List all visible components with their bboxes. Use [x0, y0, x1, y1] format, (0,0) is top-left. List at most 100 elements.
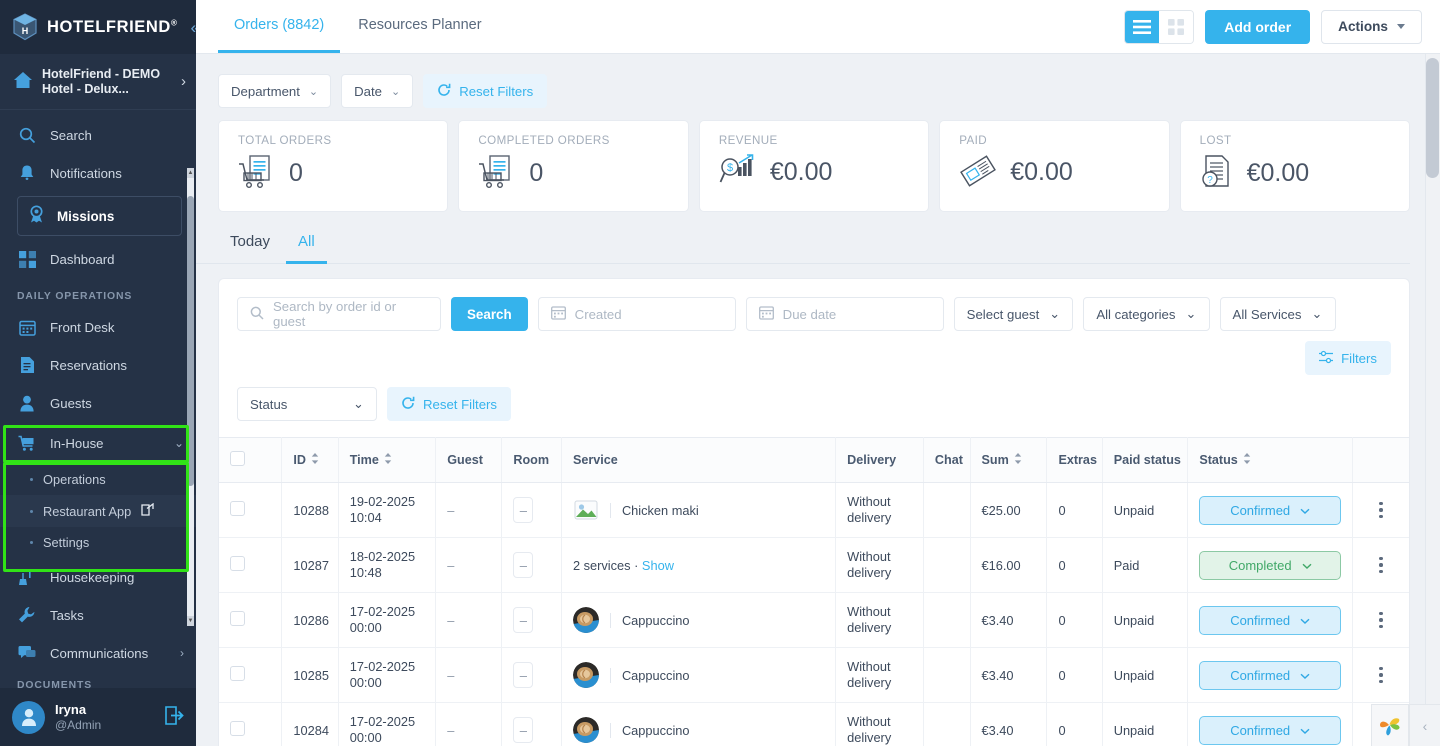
show-services-link[interactable]: Show [642, 558, 674, 573]
th-label: Time [349, 452, 379, 467]
status-label: Confirmed [1230, 502, 1291, 518]
reset-filters-button-table[interactable]: Reset Filters [387, 387, 512, 421]
sidebar-logo[interactable]: H HOTELFRIEND® « [0, 0, 200, 54]
chevron-down-icon [1302, 558, 1312, 573]
sidebar-subitem-restaurant-app[interactable]: Restaurant App [0, 495, 196, 527]
tab-resources-planner[interactable]: Resources Planner [342, 0, 497, 53]
date-filter[interactable]: Date ⌄ [341, 74, 414, 108]
sidebar-scroll-up-arrow[interactable]: ▲ [187, 168, 194, 178]
search-input[interactable]: Search by order id or guest [237, 297, 441, 331]
table-row[interactable]: 10285 17-02-2025 00:00– – Cappuccino Without d… [219, 647, 1409, 703]
sidebar-item-housekeeping[interactable]: Housekeeping [0, 558, 196, 596]
grid-view-icon[interactable] [1159, 10, 1194, 43]
list-view-icon[interactable] [1125, 10, 1160, 43]
user-profile[interactable]: Iryna @Admin [0, 688, 196, 746]
search-button[interactable]: Search [451, 297, 528, 331]
status-dropdown-button[interactable]: Completed [1199, 550, 1342, 580]
created-date-input[interactable]: Created [537, 297, 736, 331]
bullet-icon [30, 541, 33, 544]
cell-service: Cappuccino [561, 647, 837, 703]
tab-orders[interactable]: Orders (8842) [218, 0, 341, 53]
status-dropdown-button[interactable]: Confirmed [1199, 715, 1342, 745]
main-area: Orders (8842) Resources Planner Add orde… [196, 0, 1440, 746]
th-time[interactable]: Time [338, 437, 437, 483]
sidebar-item-missions[interactable]: Missions [17, 196, 182, 236]
sidebar-item-communications[interactable]: Communications › [0, 634, 196, 672]
th-status[interactable]: Status [1187, 437, 1354, 483]
sidebar-item-front-desk[interactable]: Front Desk [0, 308, 196, 346]
sidebar-item-guests[interactable]: Guests [0, 384, 196, 422]
cell-chat[interactable] [923, 702, 971, 746]
add-order-button[interactable]: Add order [1205, 9, 1311, 44]
table-row[interactable]: 10284 17-02-2025 00:00– – Cappuccino Without d… [219, 702, 1409, 746]
logout-icon[interactable] [165, 706, 184, 728]
sidebar-item-dashboard[interactable]: Dashboard [0, 240, 196, 278]
cell-chat[interactable] [923, 647, 971, 703]
status-dropdown-button[interactable]: Confirmed [1199, 660, 1342, 690]
row-checkbox[interactable] [230, 611, 245, 626]
due-date-input[interactable]: Due date [745, 297, 944, 331]
sidebar-scroll-down-arrow[interactable]: ▼ [187, 616, 194, 626]
sidebar-item-tasks[interactable]: Tasks [0, 596, 196, 634]
cell-chat[interactable] [923, 482, 971, 538]
cell-id: 10286 [281, 592, 339, 648]
table-row[interactable]: 10288 19-02-2025 10:04– – Chicken maki Withou… [219, 482, 1409, 538]
grid-icon [17, 249, 37, 269]
row-menu-icon[interactable] [1364, 501, 1398, 519]
sidebar-item-search[interactable]: Search [0, 116, 196, 154]
status-dropdown-button[interactable]: Confirmed [1199, 605, 1342, 635]
sidebar-subitem-label: Operations [43, 472, 106, 487]
sidebar-item-notifications[interactable]: Notifications [0, 154, 196, 192]
sort-icon [384, 453, 392, 467]
stat-label: PAID [959, 134, 988, 147]
filters-button[interactable]: Filters [1305, 341, 1391, 375]
cell-status: Confirmed [1187, 482, 1354, 538]
cell-paid-status: Unpaid [1102, 482, 1189, 538]
sidebar-subitem-settings[interactable]: Settings [0, 527, 196, 558]
sidebar-subitem-operations[interactable]: Operations [0, 464, 196, 495]
select-all-checkbox[interactable] [230, 451, 245, 466]
reset-filters-button-top[interactable]: Reset Filters [423, 74, 548, 108]
sidebar-section-documents: DOCUMENTS [17, 680, 93, 688]
row-checkbox[interactable] [230, 666, 245, 681]
cell-chat[interactable] [923, 537, 971, 593]
row-checkbox[interactable] [230, 721, 245, 736]
cell-id: 10287 [281, 537, 339, 593]
widget-collapse-icon[interactable]: ‹ [1409, 704, 1440, 746]
status-dropdown[interactable]: Status ⌄ [237, 387, 377, 421]
subtab-today[interactable]: Today [218, 233, 282, 264]
all-services-dropdown[interactable]: All Services ⌄ [1219, 297, 1336, 331]
leaf-widget-icon[interactable] [1371, 704, 1409, 746]
row-checkbox[interactable] [230, 556, 245, 571]
table-row[interactable]: 10287 18-02-2025 10:48– –2 services · Show W… [219, 537, 1409, 593]
row-menu-icon[interactable] [1364, 666, 1398, 684]
subtab-all[interactable]: All [286, 233, 327, 264]
th-id[interactable]: ID [281, 437, 339, 483]
cell-chat[interactable] [923, 592, 971, 648]
cell-delivery: Without delivery [835, 592, 924, 648]
reset-filters-label: Reset Filters [423, 396, 498, 412]
th-sum[interactable]: Sum [970, 437, 1048, 483]
select-guest-dropdown[interactable]: Select guest ⌄ [953, 297, 1074, 331]
status-dropdown-button[interactable]: Confirmed [1199, 495, 1342, 525]
cell-extras: 0 [1046, 592, 1103, 648]
row-menu-icon[interactable] [1364, 556, 1398, 574]
cell-checkbox [219, 537, 283, 593]
sidebar-item-reservations[interactable]: Reservations [0, 346, 196, 384]
main-scrollbar-thumb[interactable] [1426, 58, 1439, 178]
table-row[interactable]: 10286 17-02-2025 00:00– – Cappuccino Without d… [219, 592, 1409, 648]
department-filter[interactable]: Department ⌄ [218, 74, 332, 108]
chevron-down-icon: ⌄ [173, 436, 184, 450]
row-checkbox[interactable] [230, 501, 245, 516]
actions-button[interactable]: Actions [1321, 9, 1422, 44]
room-empty-box: – [513, 497, 534, 523]
sidebar-scrollbar-thumb[interactable] [187, 196, 194, 486]
broom-icon [17, 567, 37, 587]
cell-checkbox [219, 702, 283, 746]
row-menu-icon[interactable] [1364, 611, 1398, 629]
all-categories-dropdown[interactable]: All categories ⌄ [1083, 297, 1210, 331]
cell-service: Chicken maki [561, 482, 837, 538]
sidebar-item-in-house[interactable]: In-House ⌄ [0, 422, 196, 464]
top-bar-actions: Add order Actions [1124, 0, 1422, 53]
hotel-selector[interactable]: HotelFriend - DEMO Hotel - Delux... › [0, 54, 196, 110]
